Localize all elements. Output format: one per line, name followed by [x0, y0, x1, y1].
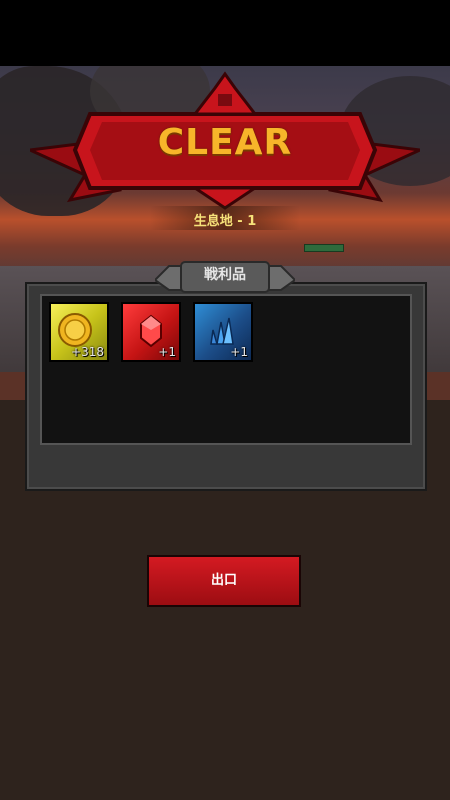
enemy-hp-bar	[304, 244, 344, 252]
loot-count: +1	[230, 345, 248, 359]
loot-tab-label: 戦利品	[204, 267, 246, 283]
clear-title: CLEAR	[157, 122, 293, 163]
loot-count: +318	[71, 345, 104, 359]
stage-name: 生息地 - 1	[193, 214, 257, 229]
loot-item-blue-crystal[interactable]: +1	[193, 302, 253, 362]
exit-button[interactable]: 出口	[147, 555, 301, 607]
status-bar-area	[0, 0, 450, 66]
loot-item-gold[interactable]: +318	[49, 302, 109, 362]
loot-item-red-gem[interactable]: +1	[121, 302, 181, 362]
loot-count: +1	[158, 345, 176, 359]
